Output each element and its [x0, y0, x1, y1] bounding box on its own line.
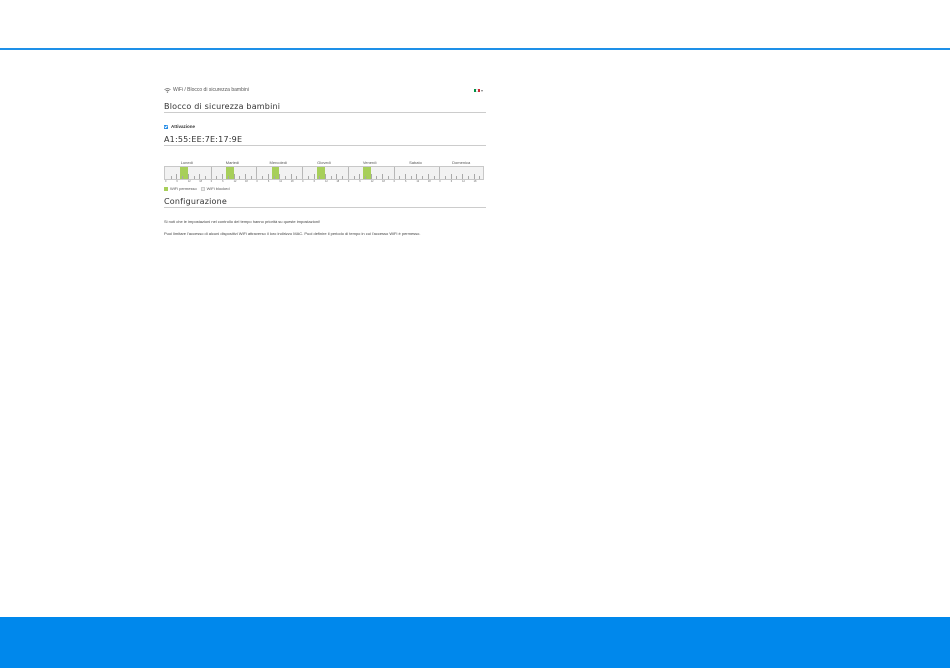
legend-allowed-swatch — [164, 186, 168, 191]
hour-label: 18 — [382, 180, 385, 183]
hour-label: 6 — [267, 180, 270, 183]
hour-label: 6 — [222, 180, 224, 183]
hour-label: 0 — [393, 180, 395, 183]
hour-label: 6 — [359, 180, 361, 183]
activation-label: Attivazione — [171, 124, 196, 129]
day-divider — [256, 167, 257, 179]
header-divider — [0, 48, 950, 50]
hour-label: 12 — [187, 180, 191, 183]
hour-label: 6 — [450, 180, 453, 183]
hour-label: 0 — [302, 180, 304, 183]
breadcrumb: WiFi / Blocco di sicurezza bambini ▾ — [164, 84, 486, 96]
hour-label: 12 — [370, 180, 374, 183]
hour-label: 0 — [347, 180, 350, 183]
legend-blocked-swatch — [200, 186, 205, 191]
schedule-hour-labels: 0 6 12 18 0 6 12 18 0 6 12 18 0 6 12 18 0 6 12 18 0 6 12 18 0 6 12… — [164, 180, 484, 185]
hour-label: 6 — [176, 180, 178, 183]
schedule-legend: WiFi permesso WiFi blocked — [164, 186, 484, 191]
hour-label: 12 — [416, 180, 420, 183]
hour-label: 12 — [233, 180, 237, 183]
hour-label: 0 — [165, 180, 167, 183]
hour-label: 12 — [325, 180, 328, 183]
day-divider — [347, 167, 349, 179]
page-title: Blocco di sicurezza bambini — [164, 102, 486, 113]
legend-allowed-label: WiFi permesso — [170, 186, 197, 191]
config-note-priority: Si noti che le impostazioni nel controll… — [164, 219, 321, 224]
language-selector[interactable]: ▾ — [473, 88, 483, 93]
page: WiFi / Blocco di sicurezza bambini ▾ Blo… — [0, 0, 950, 668]
wifi-icon — [164, 87, 171, 93]
config-note-mac: Puoi limitare l'accesso di alcuni dispos… — [164, 231, 421, 236]
legend-allowed: WiFi permesso — [164, 186, 197, 191]
chevron-down-icon: ▾ — [480, 88, 483, 93]
footer-bar — [0, 617, 950, 668]
hour-label: 6 — [405, 180, 407, 183]
hour-label: 0 — [256, 180, 258, 183]
day-divider — [302, 167, 303, 179]
day-divider — [439, 167, 440, 179]
hour-label: 0 — [439, 180, 441, 183]
hour-label: 12 — [462, 180, 465, 183]
activation-checkbox[interactable] — [164, 124, 168, 129]
day-divider — [393, 167, 395, 179]
hour-label: 18 — [245, 180, 248, 183]
hour-label: 18 — [473, 180, 477, 183]
schedule-grid[interactable] — [164, 166, 484, 180]
breadcrumb-text[interactable]: WiFi / Blocco di sicurezza bambini — [173, 87, 249, 93]
hour-label: 12 — [279, 180, 283, 183]
day-divider — [210, 167, 212, 179]
hour-label: 18 — [336, 180, 340, 183]
config-title: Configurazione — [164, 197, 486, 208]
legend-blocked-label: WiFi blocked — [206, 186, 230, 191]
device-mac-title: A1:55:EE:7E:17:9E — [164, 135, 486, 146]
hour-label: 6 — [313, 180, 315, 183]
hour-label: 18 — [290, 180, 294, 183]
hour-label: 0 — [210, 180, 213, 183]
main-content: WiFi / Blocco di sicurezza bambini ▾ Blo… — [164, 84, 486, 236]
hour-label: 18 — [199, 180, 203, 183]
legend-blocked: WiFi blocked — [200, 186, 230, 191]
activation-toggle[interactable]: Attivazione — [164, 124, 486, 129]
hour-label: 18 — [427, 180, 431, 183]
weekly-schedule[interactable]: Lunedì Martedì Mercoledì Giovedì Venerdì Saba… — [164, 160, 484, 191]
